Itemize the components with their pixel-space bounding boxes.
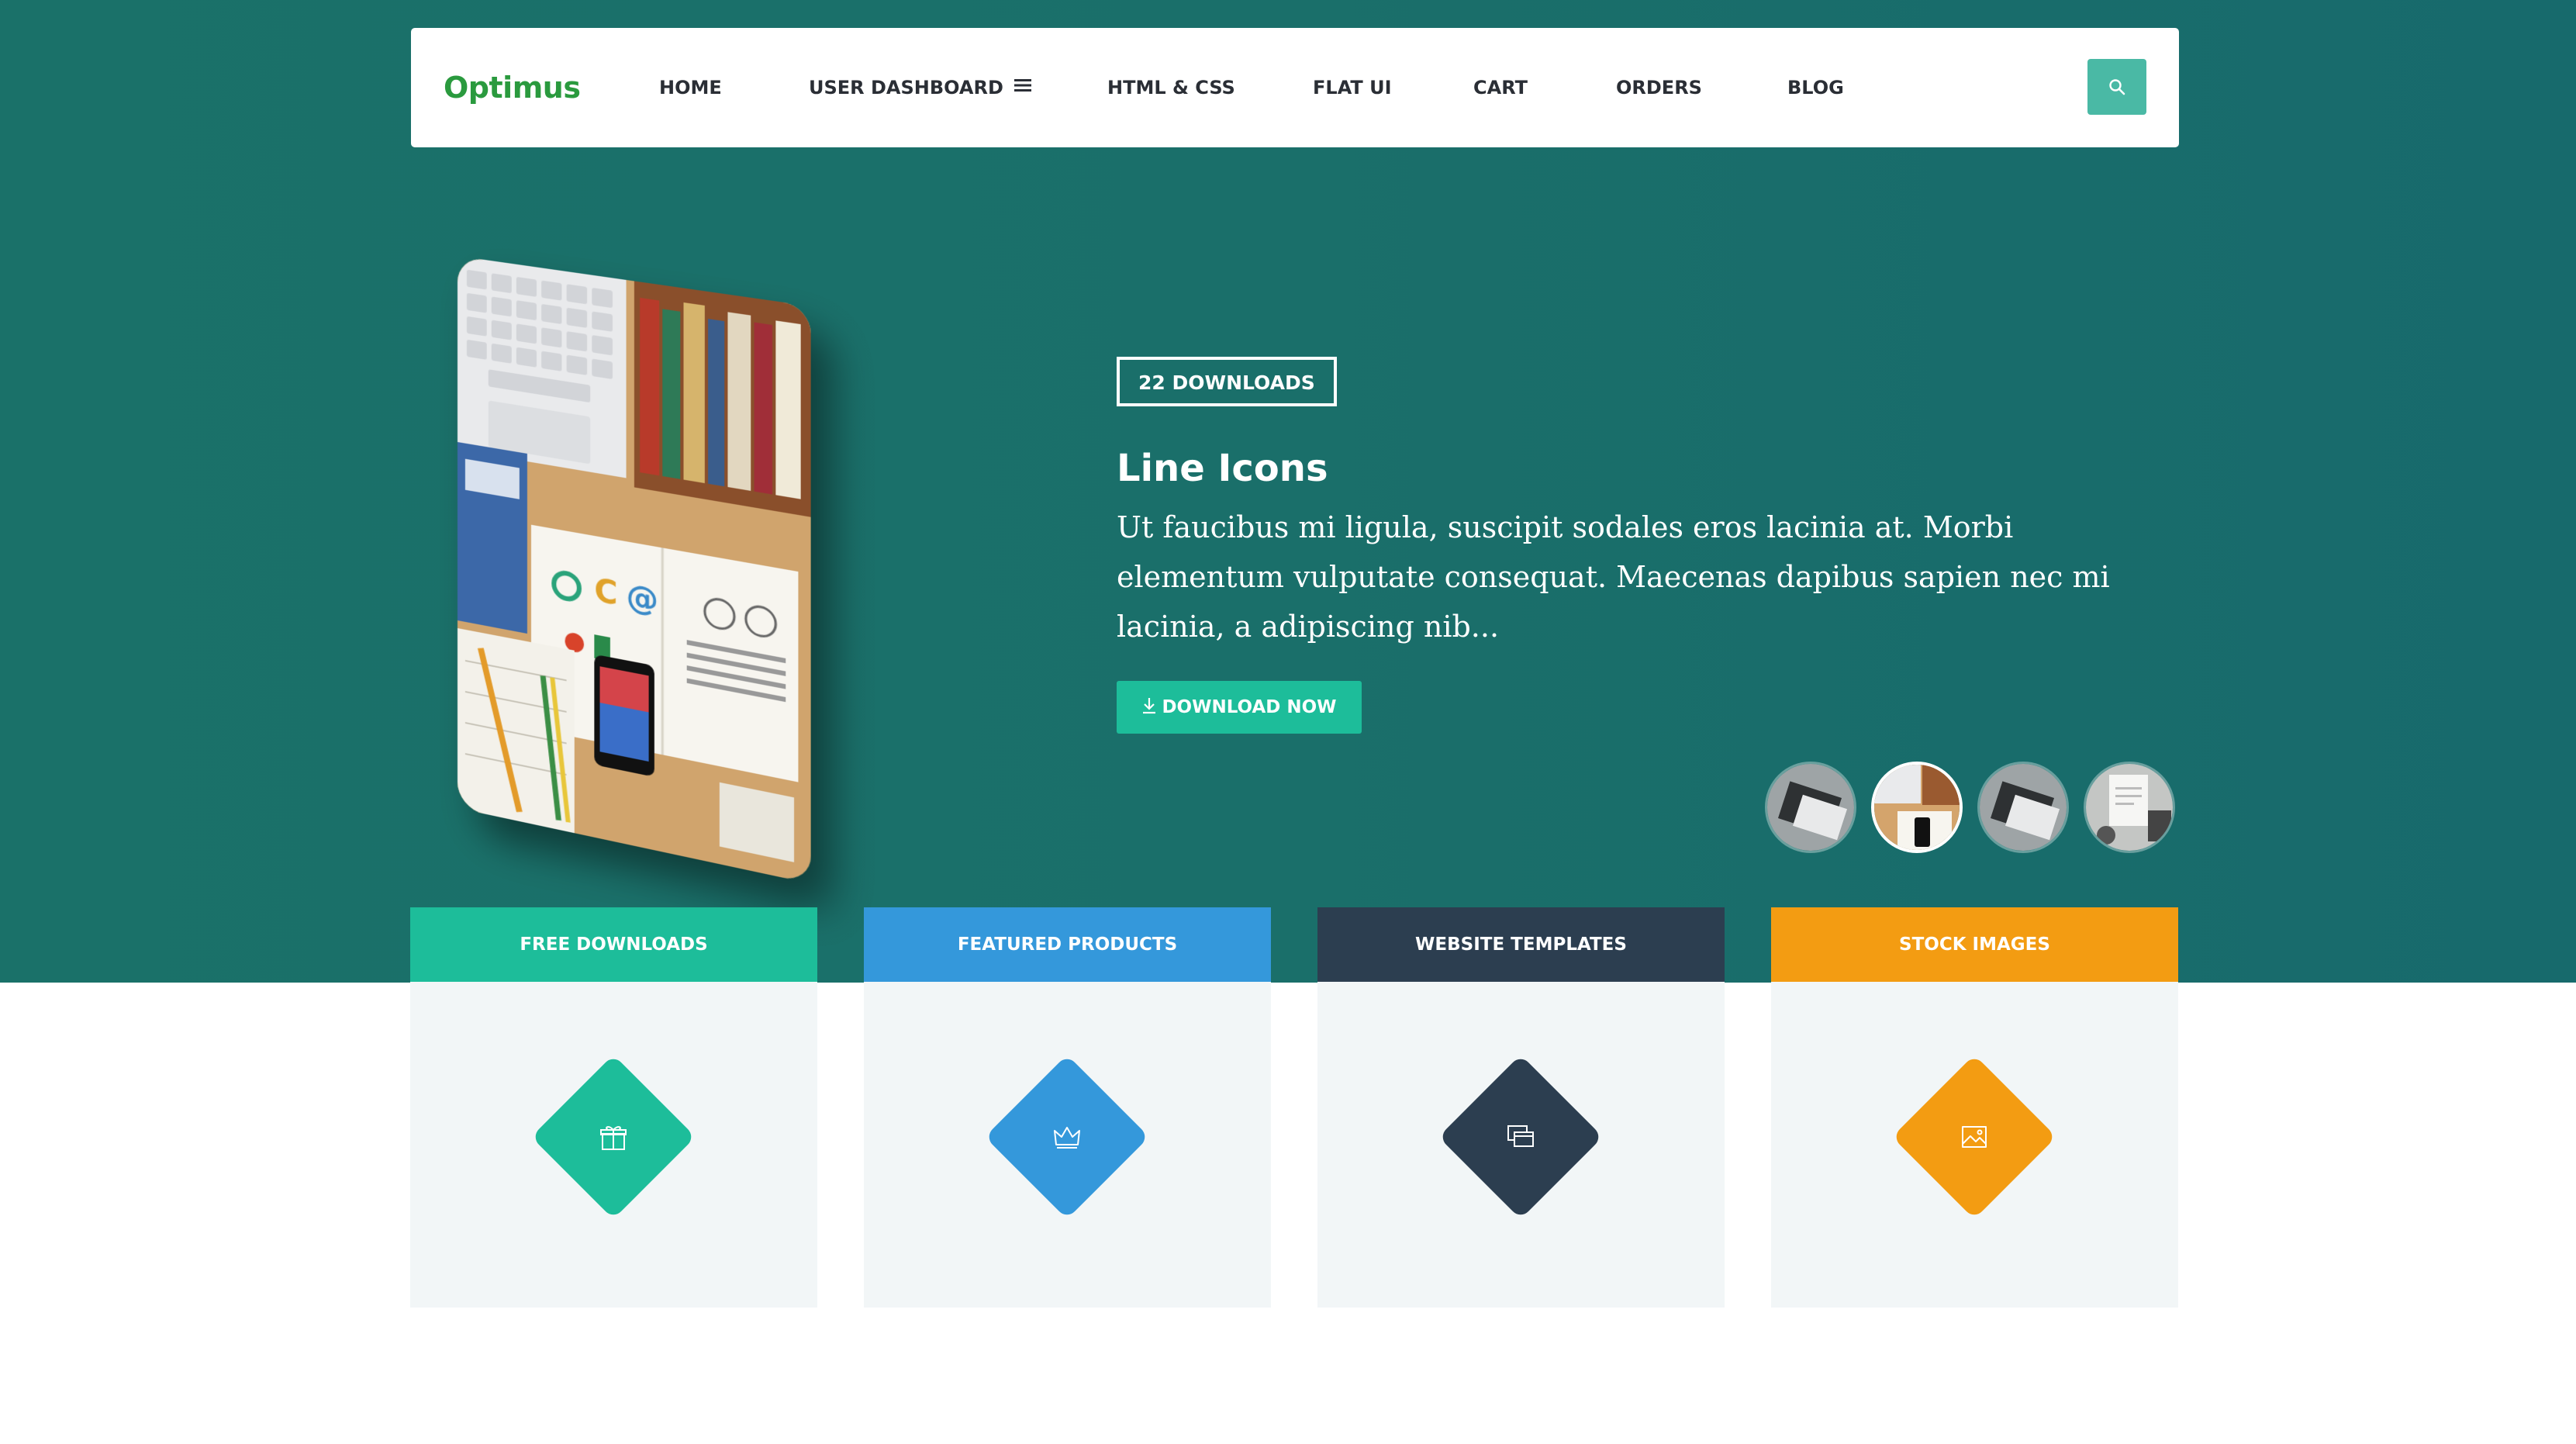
windows-icon [1505, 1121, 1536, 1152]
download-now-label: DOWNLOAD NOW [1162, 697, 1337, 717]
svg-text:C: C [594, 572, 617, 613]
category-card-free-downloads[interactable]: FREE DOWNLOADS [410, 907, 817, 1308]
download-now-button[interactable]: DOWNLOAD NOW [1117, 681, 1362, 734]
gift-icon [598, 1121, 629, 1152]
hero-product-image: C @ [458, 256, 811, 884]
hero-title: Line Icons [1117, 447, 1328, 490]
nav-user-dashboard-label: USER DASHBOARD [809, 77, 1003, 98]
download-icon [1141, 697, 1162, 717]
category-header: FREE DOWNLOADS [410, 907, 817, 982]
category-card-featured-products[interactable]: FEATURED PRODUCTS [864, 907, 1271, 1308]
crown-icon [1051, 1121, 1083, 1152]
category-card-stock-images[interactable]: STOCK IMAGES [1771, 907, 2178, 1308]
slider-thumbnail-4[interactable] [2084, 762, 2175, 853]
navbar: Optimus HOME USER DASHBOARD HTML & CSS F… [411, 28, 2179, 147]
category-header: STOCK IMAGES [1771, 907, 2178, 982]
search-button[interactable] [2087, 59, 2146, 115]
menu-icon [1013, 26, 1031, 146]
nav-blog[interactable]: BLOG [1787, 28, 1844, 147]
category-header: WEBSITE TEMPLATES [1317, 907, 1725, 982]
category-header: FEATURED PRODUCTS [864, 907, 1271, 982]
nav-home[interactable]: HOME [659, 28, 722, 147]
nav-cart[interactable]: CART [1473, 28, 1528, 147]
brand-logo[interactable]: Optimus [444, 28, 581, 147]
nav-html-css[interactable]: HTML & CSS [1107, 28, 1235, 147]
image-icon [1959, 1121, 1990, 1152]
hero-description: Ut faucibus mi ligula, suscipit sodales … [1117, 510, 2110, 644]
nav-flat-ui[interactable]: FLAT UI [1313, 28, 1392, 147]
category-card-website-templates[interactable]: WEBSITE TEMPLATES [1317, 907, 1725, 1308]
nav-orders[interactable]: ORDERS [1616, 28, 1702, 147]
svg-text:@: @ [627, 578, 659, 620]
slider-thumbnail-2[interactable] [1871, 762, 1963, 853]
slider-thumbnail-3[interactable] [1977, 762, 2069, 853]
downloads-badge: 22 DOWNLOADS [1117, 357, 1337, 406]
slider-thumbnail-1[interactable] [1765, 762, 1856, 853]
nav-user-dashboard[interactable]: USER DASHBOARD [809, 28, 1031, 147]
